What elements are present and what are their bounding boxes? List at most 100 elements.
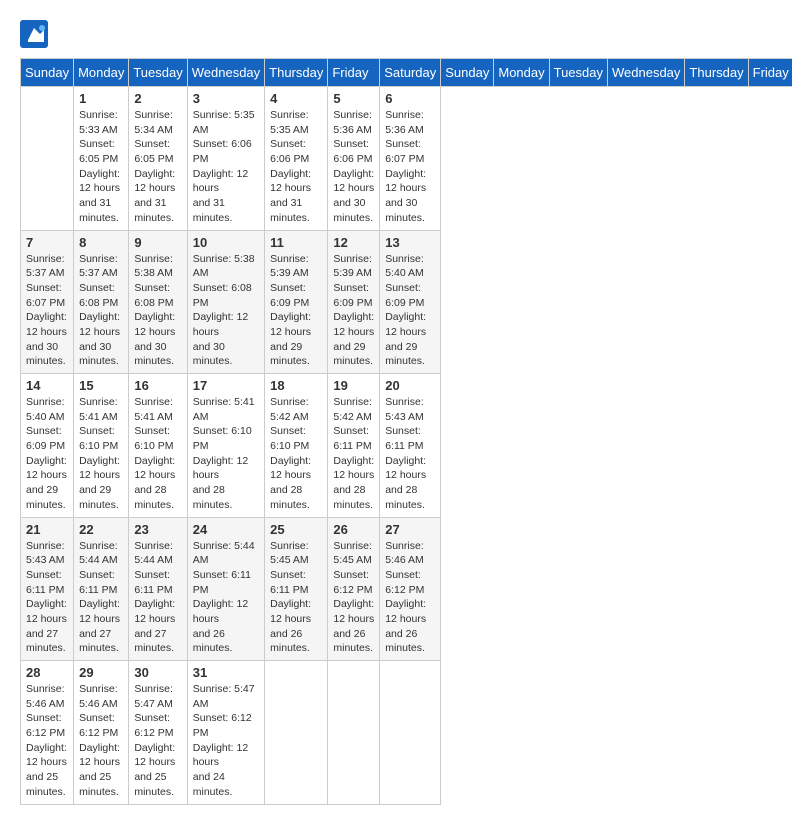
calendar-cell: 25Sunrise: 5:45 AM Sunset: 6:11 PM Dayli… bbox=[265, 517, 328, 661]
day-number: 30 bbox=[134, 665, 181, 680]
day-of-week-header: Tuesday bbox=[549, 59, 607, 87]
day-of-week-header: Friday bbox=[328, 59, 380, 87]
day-number: 11 bbox=[270, 235, 322, 250]
day-info: Sunrise: 5:47 AM Sunset: 6:12 PM Dayligh… bbox=[134, 682, 181, 800]
calendar-cell: 22 Sunrise: 5:44 AM Sunset: 6:11 PM Dayli… bbox=[74, 517, 129, 661]
calendar-cell: 19Sunrise: 5:42 AM Sunset: 6:11 PM Dayli… bbox=[328, 374, 380, 518]
day-number: 22 bbox=[79, 522, 123, 537]
day-of-week-header: Sunday bbox=[21, 59, 74, 87]
day-number: 6 bbox=[385, 91, 435, 106]
day-info: Sunrise: 5:44 AM Sunset: 6:11 PM Dayligh… bbox=[134, 539, 181, 657]
calendar-cell: 15 Sunrise: 5:41 AM Sunset: 6:10 PM Dayli… bbox=[74, 374, 129, 518]
calendar-cell bbox=[380, 661, 441, 805]
day-info: Sunrise: 5:33 AM Sunset: 6:05 PM Dayligh… bbox=[79, 108, 123, 226]
calendar-cell: 9 Sunrise: 5:38 AM Sunset: 6:08 PM Daylig… bbox=[129, 230, 187, 374]
day-number: 28 bbox=[26, 665, 68, 680]
day-info: Sunrise: 5:38 AM Sunset: 6:08 PM Dayligh… bbox=[134, 252, 181, 370]
day-info: Sunrise: 5:41 AM Sunset: 6:10 PM Dayligh… bbox=[193, 395, 259, 513]
day-number: 14 bbox=[26, 378, 68, 393]
calendar-cell: 6Sunrise: 5:36 AM Sunset: 6:07 PM Daylig… bbox=[380, 87, 441, 231]
day-number: 15 bbox=[79, 378, 123, 393]
day-info: Sunrise: 5:38 AM Sunset: 6:08 PM Dayligh… bbox=[193, 252, 259, 370]
day-info: Sunrise: 5:36 AM Sunset: 6:06 PM Dayligh… bbox=[333, 108, 374, 226]
day-number: 20 bbox=[385, 378, 435, 393]
day-of-week-header: Thursday bbox=[265, 59, 328, 87]
calendar-week-row: 21Sunrise: 5:43 AM Sunset: 6:11 PM Dayli… bbox=[21, 517, 792, 661]
day-of-week-header: Monday bbox=[74, 59, 129, 87]
calendar-cell: 11 Sunrise: 5:39 AM Sunset: 6:09 PM Dayli… bbox=[265, 230, 328, 374]
day-number: 12 bbox=[333, 235, 374, 250]
calendar-week-row: 14 Sunrise: 5:40 AM Sunset: 6:09 PM Dayli… bbox=[21, 374, 792, 518]
calendar-cell: 21Sunrise: 5:43 AM Sunset: 6:11 PM Dayli… bbox=[21, 517, 74, 661]
day-info: Sunrise: 5:46 AM Sunset: 6:12 PM Dayligh… bbox=[385, 539, 435, 657]
page-header bbox=[20, 20, 772, 48]
day-info: Sunrise: 5:46 AM Sunset: 6:12 PM Dayligh… bbox=[26, 682, 68, 800]
day-number: 9 bbox=[134, 235, 181, 250]
day-info: Sunrise: 5:40 AM Sunset: 6:09 PM Dayligh… bbox=[26, 395, 68, 513]
calendar-cell: 7Sunrise: 5:37 AM Sunset: 6:07 PM Daylig… bbox=[21, 230, 74, 374]
calendar-week-row: 7Sunrise: 5:37 AM Sunset: 6:07 PM Daylig… bbox=[21, 230, 792, 374]
calendar-cell: 10 Sunrise: 5:38 AM Sunset: 6:08 PM Dayli… bbox=[187, 230, 264, 374]
calendar-cell bbox=[328, 661, 380, 805]
day-info: Sunrise: 5:44 AM Sunset: 6:11 PM Dayligh… bbox=[79, 539, 123, 657]
day-number: 2 bbox=[134, 91, 181, 106]
day-number: 18 bbox=[270, 378, 322, 393]
day-info: Sunrise: 5:41 AM Sunset: 6:10 PM Dayligh… bbox=[134, 395, 181, 513]
calendar-cell: 31Sunrise: 5:47 AM Sunset: 6:12 PM Dayli… bbox=[187, 661, 264, 805]
calendar-cell: 8 Sunrise: 5:37 AM Sunset: 6:08 PM Daylig… bbox=[74, 230, 129, 374]
calendar-week-row: 1 Sunrise: 5:33 AM Sunset: 6:05 PM Daylig… bbox=[21, 87, 792, 231]
calendar-cell: 16Sunrise: 5:41 AM Sunset: 6:10 PM Dayli… bbox=[129, 374, 187, 518]
calendar-cell: 29 Sunrise: 5:46 AM Sunset: 6:12 PM Dayli… bbox=[74, 661, 129, 805]
day-info: Sunrise: 5:40 AM Sunset: 6:09 PM Dayligh… bbox=[385, 252, 435, 370]
day-info: Sunrise: 5:39 AM Sunset: 6:09 PM Dayligh… bbox=[270, 252, 322, 370]
calendar-cell bbox=[265, 661, 328, 805]
calendar-cell: 18 Sunrise: 5:42 AM Sunset: 6:10 PM Dayli… bbox=[265, 374, 328, 518]
day-info: Sunrise: 5:45 AM Sunset: 6:12 PM Dayligh… bbox=[333, 539, 374, 657]
day-info: Sunrise: 5:37 AM Sunset: 6:08 PM Dayligh… bbox=[79, 252, 123, 370]
day-number: 27 bbox=[385, 522, 435, 537]
calendar-cell: 27 Sunrise: 5:46 AM Sunset: 6:12 PM Dayli… bbox=[380, 517, 441, 661]
day-info: Sunrise: 5:42 AM Sunset: 6:10 PM Dayligh… bbox=[270, 395, 322, 513]
calendar-cell bbox=[21, 87, 74, 231]
day-of-week-header: Thursday bbox=[685, 59, 748, 87]
day-info: Sunrise: 5:35 AM Sunset: 6:06 PM Dayligh… bbox=[270, 108, 322, 226]
calendar-cell: 13Sunrise: 5:40 AM Sunset: 6:09 PM Dayli… bbox=[380, 230, 441, 374]
day-number: 4 bbox=[270, 91, 322, 106]
day-number: 1 bbox=[79, 91, 123, 106]
day-of-week-header: Saturday bbox=[380, 59, 441, 87]
day-info: Sunrise: 5:44 AM Sunset: 6:11 PM Dayligh… bbox=[193, 539, 259, 657]
day-info: Sunrise: 5:35 AM Sunset: 6:06 PM Dayligh… bbox=[193, 108, 259, 226]
day-number: 29 bbox=[79, 665, 123, 680]
day-info: Sunrise: 5:43 AM Sunset: 6:11 PM Dayligh… bbox=[385, 395, 435, 513]
day-info: Sunrise: 5:37 AM Sunset: 6:07 PM Dayligh… bbox=[26, 252, 68, 370]
logo-icon bbox=[20, 20, 48, 48]
calendar-cell: 28 Sunrise: 5:46 AM Sunset: 6:12 PM Dayli… bbox=[21, 661, 74, 805]
calendar-cell: 5 Sunrise: 5:36 AM Sunset: 6:06 PM Daylig… bbox=[328, 87, 380, 231]
day-of-week-header: Tuesday bbox=[129, 59, 187, 87]
day-number: 24 bbox=[193, 522, 259, 537]
calendar-cell: 4 Sunrise: 5:35 AM Sunset: 6:06 PM Daylig… bbox=[265, 87, 328, 231]
day-of-week-header: Friday bbox=[748, 59, 792, 87]
calendar-cell: 1 Sunrise: 5:33 AM Sunset: 6:05 PM Daylig… bbox=[74, 87, 129, 231]
day-number: 10 bbox=[193, 235, 259, 250]
day-info: Sunrise: 5:41 AM Sunset: 6:10 PM Dayligh… bbox=[79, 395, 123, 513]
day-info: Sunrise: 5:46 AM Sunset: 6:12 PM Dayligh… bbox=[79, 682, 123, 800]
calendar-cell: 23Sunrise: 5:44 AM Sunset: 6:11 PM Dayli… bbox=[129, 517, 187, 661]
day-number: 5 bbox=[333, 91, 374, 106]
calendar-cell: 26Sunrise: 5:45 AM Sunset: 6:12 PM Dayli… bbox=[328, 517, 380, 661]
day-number: 21 bbox=[26, 522, 68, 537]
calendar-table: SundayMondayTuesdayWednesdayThursdayFrid… bbox=[20, 58, 792, 805]
calendar-cell: 14 Sunrise: 5:40 AM Sunset: 6:09 PM Dayli… bbox=[21, 374, 74, 518]
logo bbox=[20, 20, 52, 48]
day-info: Sunrise: 5:45 AM Sunset: 6:11 PM Dayligh… bbox=[270, 539, 322, 657]
calendar-cell: 24 Sunrise: 5:44 AM Sunset: 6:11 PM Dayli… bbox=[187, 517, 264, 661]
day-of-week-header: Sunday bbox=[441, 59, 494, 87]
day-number: 8 bbox=[79, 235, 123, 250]
calendar-cell: 3Sunrise: 5:35 AM Sunset: 6:06 PM Daylig… bbox=[187, 87, 264, 231]
day-of-week-header: Monday bbox=[494, 59, 549, 87]
day-info: Sunrise: 5:34 AM Sunset: 6:05 PM Dayligh… bbox=[134, 108, 181, 226]
calendar-cell: 12Sunrise: 5:39 AM Sunset: 6:09 PM Dayli… bbox=[328, 230, 380, 374]
calendar-week-row: 28 Sunrise: 5:46 AM Sunset: 6:12 PM Dayli… bbox=[21, 661, 792, 805]
calendar-cell: 17Sunrise: 5:41 AM Sunset: 6:10 PM Dayli… bbox=[187, 374, 264, 518]
day-of-week-header: Wednesday bbox=[608, 59, 685, 87]
